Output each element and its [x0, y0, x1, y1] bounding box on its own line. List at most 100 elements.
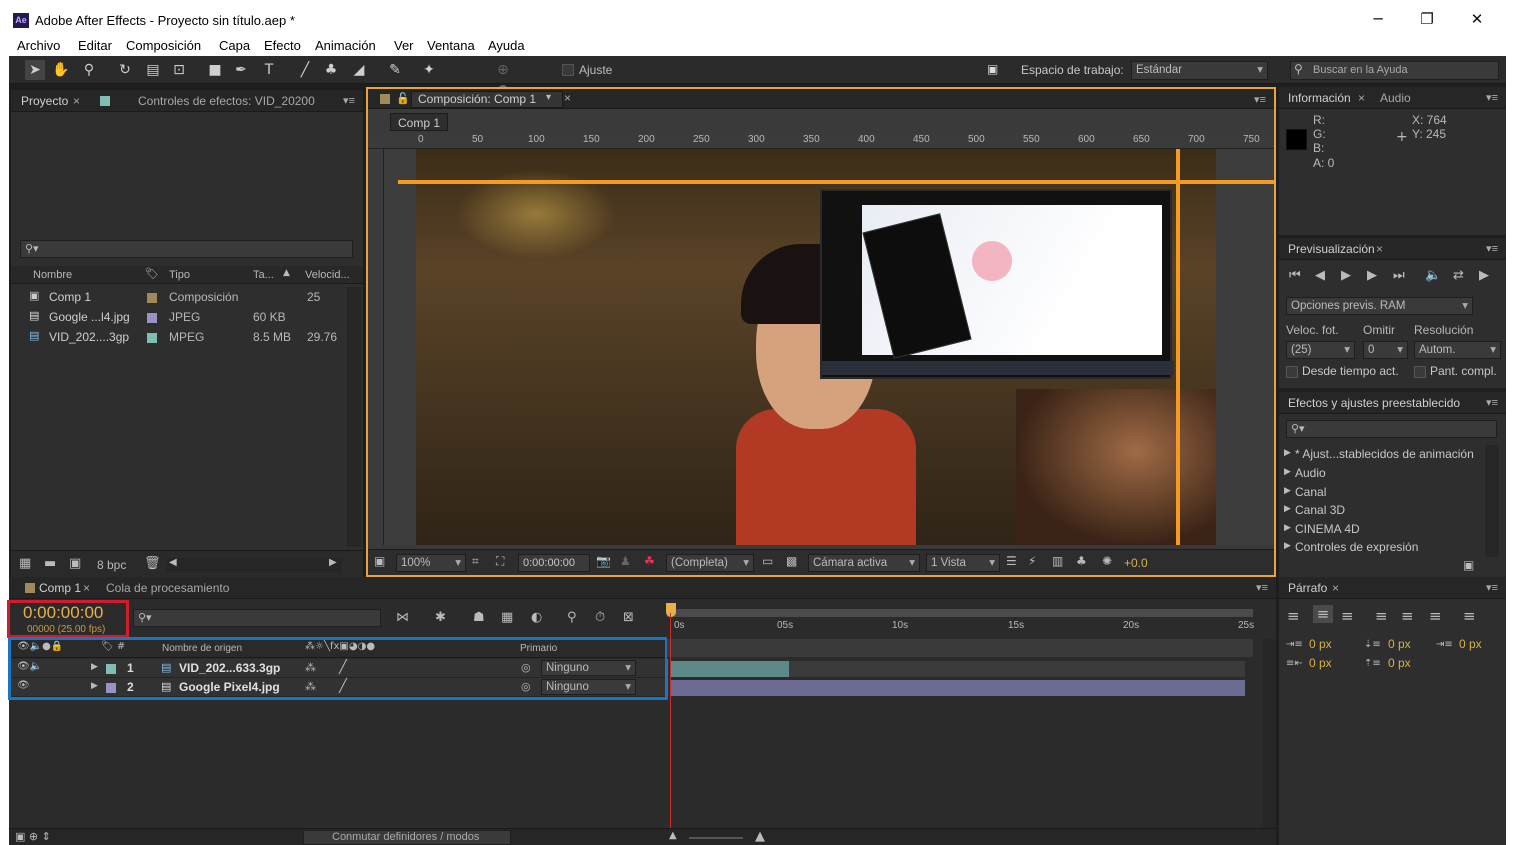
panel-menu-icon[interactable]: ▾≡	[343, 94, 355, 107]
frame-blending-icon[interactable]: ▦	[501, 610, 513, 625]
layer-bar-2[interactable]	[671, 680, 1245, 696]
expand-icon[interactable]: ▶	[1284, 504, 1291, 514]
fast-preview-icon[interactable]: ⚡	[1028, 554, 1036, 568]
zoom-out-icon[interactable]: ▲	[669, 830, 677, 841]
exposure-value[interactable]: +0.0	[1124, 556, 1148, 570]
list-item[interactable]: ▣ Comp 1 Composición 25	[11, 287, 347, 307]
full-screen-checkbox[interactable]	[1414, 366, 1426, 378]
panel-menu-icon[interactable]: ▾≡	[1486, 396, 1498, 409]
brush-tool-icon[interactable]: ╱	[295, 60, 315, 80]
minimize-icon[interactable]: ─	[1367, 10, 1389, 30]
rotate-tool-icon[interactable]: ↻	[115, 60, 135, 80]
restore-icon[interactable]: ❐	[1416, 10, 1438, 30]
tab-effect-controls[interactable]: Controles de efectos: VID_20200	[138, 94, 315, 108]
pan-behind-tool-icon[interactable]: ⊡	[169, 60, 189, 80]
resolution-dropdown[interactable]: Autom.	[1414, 341, 1501, 359]
align-right-icon[interactable]: ≡	[1341, 607, 1354, 625]
show-snapshot-icon[interactable]: ♟	[620, 554, 631, 568]
motion-blur-icon[interactable]: ◐	[531, 610, 542, 625]
mask-visibility-icon[interactable]: ⛶	[496, 554, 504, 569]
tab-project[interactable]: Proyecto	[21, 94, 68, 108]
list-item[interactable]: ▤ VID_202....3gp MPEG 8.5 MB 29.76	[11, 327, 347, 347]
channel-icon[interactable]: ☘	[644, 554, 655, 568]
zoom-dropdown[interactable]: 100%	[396, 554, 466, 572]
justify-last-center-icon[interactable]: ≡	[1401, 607, 1414, 625]
effects-scrollbar[interactable]	[1485, 445, 1499, 557]
hand-tool-icon[interactable]: ✋	[51, 60, 71, 80]
menu-composicion[interactable]: Composición	[126, 38, 201, 53]
col-type[interactable]: Tipo	[169, 269, 190, 281]
snapshot-icon[interactable]: 📷	[596, 554, 611, 568]
panel-menu-icon[interactable]: ▾≡	[1254, 93, 1266, 106]
menu-ventana[interactable]: Ventana	[427, 38, 475, 53]
justify-last-right-icon[interactable]: ≡	[1429, 607, 1442, 625]
project-scrollbar[interactable]	[347, 287, 361, 547]
timeline-search-input[interactable]: ⚲▾	[133, 609, 381, 627]
tab-paragraph[interactable]: Párrafo	[1288, 581, 1327, 595]
horizontal-scrollbar[interactable]	[166, 558, 342, 572]
work-area-bar[interactable]	[667, 609, 1253, 617]
menu-editar[interactable]: Editar	[78, 38, 112, 53]
zoom-tool-icon[interactable]: ⚲	[79, 60, 99, 80]
scroll-right-icon[interactable]: ▶	[329, 557, 337, 568]
comp-breadcrumb[interactable]: Comp 1	[390, 113, 448, 131]
expand-icon[interactable]: ▶	[1284, 523, 1291, 533]
close-tab-icon[interactable]: ×	[1358, 91, 1365, 105]
viewer-timecode[interactable]: 0:00:00:00	[518, 554, 590, 572]
comp-mini-flowchart-icon[interactable]: ⋈	[396, 610, 409, 625]
align-center-icon[interactable]: ≡	[1313, 605, 1333, 623]
toggle-switches-button[interactable]: Conmutar definidores / modos	[303, 830, 511, 845]
panel-menu-icon[interactable]: ▾≡	[1256, 581, 1268, 594]
close-tab-icon[interactable]: ×	[564, 91, 571, 105]
snap-checkbox[interactable]	[562, 64, 574, 76]
space-before-value[interactable]: 0 px	[1388, 637, 1411, 651]
auto-keyframe-icon[interactable]: ⏱	[595, 610, 605, 625]
next-frame-icon[interactable]: ▶	[1367, 268, 1377, 283]
last-frame-icon[interactable]: ⏭	[1393, 268, 1405, 283]
menu-capa[interactable]: Capa	[219, 38, 250, 53]
expand-icon[interactable]: ▶	[1284, 486, 1291, 496]
menu-archivo[interactable]: Archivo	[17, 38, 60, 53]
camera-tool-icon[interactable]: ▤	[143, 60, 163, 80]
expand-panes-icon[interactable]: ▣ ⊕ ⇕	[15, 830, 51, 843]
composition-viewer[interactable]	[384, 149, 1274, 545]
workspace-dropdown[interactable]: Estándar	[1131, 61, 1268, 80]
justify-all-icon[interactable]: ≡	[1463, 607, 1476, 625]
timeline-scrollbar[interactable]	[1263, 639, 1276, 845]
tab-info[interactable]: Información	[1288, 91, 1351, 105]
roto-brush-tool-icon[interactable]: ✎	[385, 60, 405, 80]
scroll-left-icon[interactable]: ◀	[169, 557, 177, 568]
rectangle-tool-icon[interactable]: ■	[205, 60, 225, 80]
menu-ver[interactable]: Ver	[394, 38, 414, 53]
zoom-in-icon[interactable]: ▲	[755, 829, 765, 844]
col-speed[interactable]: Velocid...	[305, 269, 350, 281]
graph-editor-icon[interactable]: ⊠	[623, 610, 634, 625]
selection-tool-icon[interactable]: ➤	[25, 60, 45, 80]
menu-animacion[interactable]: Animación	[315, 38, 376, 53]
draft-3d-icon[interactable]: ✱	[435, 610, 446, 625]
list-item[interactable]: ▶ * Ajust...stablecidos de animación	[1284, 445, 1484, 464]
list-item[interactable]: ▶ Canal	[1284, 483, 1484, 502]
align-left-icon[interactable]: ≡	[1287, 607, 1300, 625]
expand-icon[interactable]: ▶	[1284, 448, 1291, 458]
new-folder-icon[interactable]: ▬	[44, 556, 56, 571]
text-tool-icon[interactable]: T	[259, 60, 279, 80]
space-after-value[interactable]: 0 px	[1388, 656, 1411, 670]
tab-audio[interactable]: Audio	[1380, 91, 1411, 105]
indent-first-value[interactable]: 0 px	[1459, 637, 1482, 651]
panel-menu-icon[interactable]: ▾≡	[1486, 581, 1498, 594]
tab-comp1[interactable]: Comp 1	[39, 581, 81, 595]
toggle-pixel-aspect-icon[interactable]: ☰	[1006, 554, 1017, 568]
ram-options-dropdown[interactable]: Opciones previs. RAM	[1286, 297, 1473, 315]
new-comp-icon[interactable]: ▣	[69, 556, 81, 571]
eraser-tool-icon[interactable]: ◢	[349, 60, 369, 80]
bpc-button[interactable]: 8 bpc	[97, 558, 126, 572]
new-preset-icon[interactable]: ▣	[1463, 558, 1474, 572]
horizontal-guide[interactable]	[398, 180, 1274, 184]
loop-icon[interactable]: ⇄	[1453, 268, 1464, 283]
zoom-slider[interactable]	[689, 837, 743, 839]
list-item[interactable]: ▶ CINEMA 4D	[1284, 520, 1484, 539]
justify-last-left-icon[interactable]: ≡	[1375, 607, 1388, 625]
help-search-input[interactable]: Buscar en la Ayuda	[1290, 61, 1499, 80]
panel-menu-icon[interactable]: ▾≡	[1486, 91, 1498, 104]
